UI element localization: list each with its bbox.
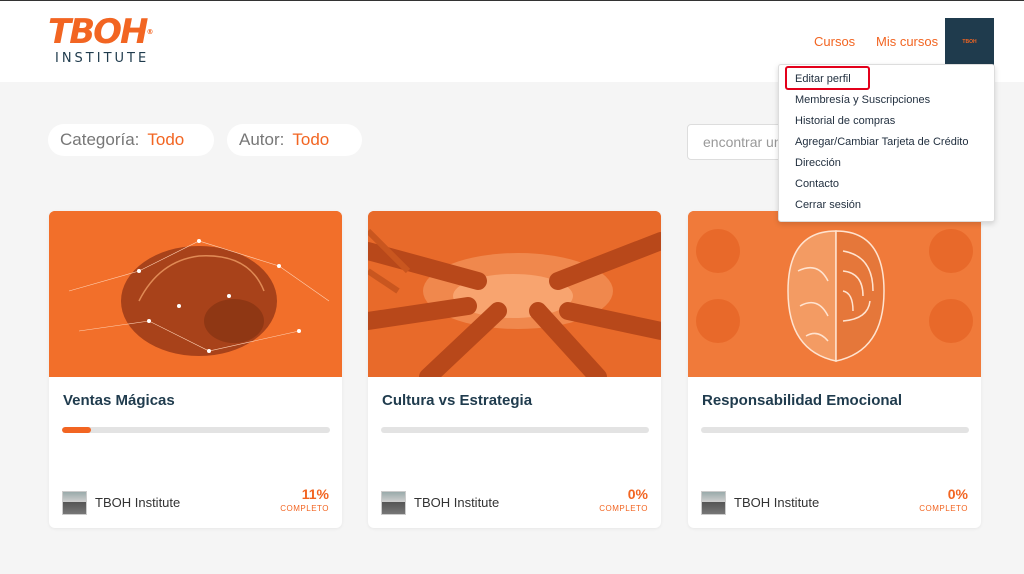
category-filter-label: Categoría: bbox=[60, 130, 140, 149]
author-avatar bbox=[701, 491, 726, 515]
course-percent: 0% bbox=[627, 486, 648, 502]
author-avatar bbox=[62, 491, 87, 515]
course-title[interactable]: Responsabilidad Emocional bbox=[702, 392, 902, 409]
course-card[interactable]: Cultura vs Estrategia TBOH Institute 0% … bbox=[368, 211, 661, 528]
course-progress-bar bbox=[701, 427, 969, 433]
course-progress-fill bbox=[62, 427, 92, 433]
highlight-box bbox=[785, 66, 870, 90]
course-status: COMPLETO bbox=[919, 504, 968, 513]
course-percent: 0% bbox=[947, 486, 968, 502]
author-avatar bbox=[381, 491, 406, 515]
course-image-brain-network[interactable] bbox=[49, 211, 342, 377]
logo-mark: TBOH® bbox=[48, 12, 153, 52]
course-status: COMPLETO bbox=[280, 504, 329, 513]
course-card[interactable]: Responsabilidad Emocional TBOH Institute… bbox=[688, 211, 981, 528]
course-card[interactable]: Ventas Mágicas TBOH Institute 11% COMPLE… bbox=[49, 211, 342, 528]
course-percent: 11% bbox=[301, 486, 329, 502]
author-filter[interactable]: Autor: Todo bbox=[227, 124, 362, 156]
menu-item-purchase-history[interactable]: Historial de compras bbox=[795, 115, 895, 127]
menu-item-logout[interactable]: Cerrar sesión bbox=[795, 199, 861, 211]
menu-item-membership[interactable]: Membresía y Suscripciones bbox=[795, 94, 930, 106]
avatar-logo: TBOH bbox=[962, 39, 977, 45]
course-progress-bar bbox=[62, 427, 330, 433]
course-title[interactable]: Cultura vs Estrategia bbox=[382, 392, 532, 409]
user-avatar-button[interactable]: TBOH bbox=[945, 18, 994, 66]
course-image-brain-fingerprint[interactable] bbox=[688, 211, 981, 377]
nav-courses-link[interactable]: Cursos bbox=[814, 34, 855, 49]
course-image-hands-together[interactable] bbox=[368, 211, 661, 377]
author-filter-value: Todo bbox=[292, 130, 330, 149]
nav-my-courses-link[interactable]: Mis cursos bbox=[876, 34, 938, 49]
course-status: COMPLETO bbox=[599, 504, 648, 513]
tboh-logo[interactable]: TBOH® INSTITUTE bbox=[48, 15, 168, 71]
logo-subtitle: INSTITUTE bbox=[55, 51, 150, 66]
course-author: TBOH Institute bbox=[734, 495, 820, 510]
menu-item-credit-card[interactable]: Agregar/Cambiar Tarjeta de Crédito bbox=[795, 136, 968, 148]
course-author: TBOH Institute bbox=[414, 495, 500, 510]
author-filter-label: Autor: bbox=[239, 130, 285, 149]
course-author: TBOH Institute bbox=[95, 495, 181, 510]
course-progress-bar bbox=[381, 427, 649, 433]
course-title[interactable]: Ventas Mágicas bbox=[63, 392, 175, 409]
category-filter[interactable]: Categoría: Todo bbox=[48, 124, 214, 156]
menu-item-contact[interactable]: Contacto bbox=[795, 178, 839, 190]
category-filter-value: Todo bbox=[147, 130, 185, 149]
menu-item-address[interactable]: Dirección bbox=[795, 157, 841, 169]
course-search-input[interactable]: encontrar un curso bbox=[687, 124, 787, 160]
